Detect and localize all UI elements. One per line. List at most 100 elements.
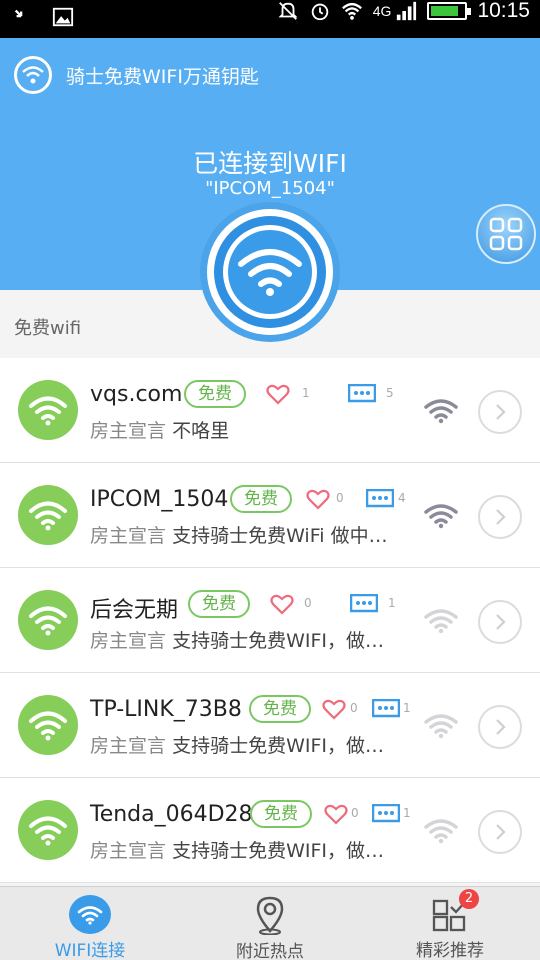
like-count: 0 <box>304 596 312 610</box>
detail-chevron-button[interactable] <box>478 390 522 434</box>
app-wifi-logo-icon <box>14 56 52 94</box>
owner-declaration: 房主宣言 支持骑士免费WiFi 做中… <box>90 521 410 548</box>
list-item[interactable]: 后会无期 免费 0 1 房主宣言 支持骑士免费WIFI，做… <box>0 568 540 673</box>
comment-count: 1 <box>403 701 411 715</box>
wifi-icon <box>238 249 302 296</box>
chevron-right-icon <box>496 509 506 525</box>
grid-icon <box>489 217 523 251</box>
list-item[interactable]: IPCOM_1504 免费 0 4 房主宣言 支持骑士免费WiFi 做中… <box>0 463 540 568</box>
comment-count: 1 <box>388 596 396 610</box>
phone-missed-icon <box>14 9 23 18</box>
wifi-icon <box>69 895 111 934</box>
connected-ssid: "IPCOM_1504" <box>205 178 335 199</box>
comment-icon[interactable] <box>350 594 378 614</box>
detail-chevron-button[interactable] <box>478 495 522 539</box>
section-label: 免费wifi <box>14 318 82 339</box>
chevron-right-icon <box>496 719 506 735</box>
heart-icon[interactable] <box>266 382 290 406</box>
signal-strong-icon <box>424 399 458 424</box>
heart-icon[interactable] <box>324 802 348 826</box>
menu-grid-button[interactable] <box>476 204 536 264</box>
comment-count: 1 <box>403 806 411 820</box>
heart-icon[interactable] <box>306 487 330 511</box>
like-count: 0 <box>336 491 344 505</box>
network-name: Tenda_064D28 <box>90 802 253 827</box>
network-avatar-icon <box>18 485 78 545</box>
chevron-right-icon <box>496 404 506 420</box>
network-name: TP-LINK_73B8 <box>90 697 242 722</box>
like-count: 0 <box>351 806 359 820</box>
status-bar: 4G 10:15 <box>0 0 540 38</box>
network-avatar-icon <box>18 800 78 860</box>
image-icon <box>52 7 74 27</box>
comment-icon[interactable] <box>366 489 394 509</box>
network-name: IPCOM_1504 <box>90 487 229 512</box>
tab-label: 附近热点 <box>236 942 304 960</box>
wifi-icon <box>341 2 362 20</box>
comment-icon[interactable] <box>372 804 400 824</box>
declaration-label: 房主宣言 <box>90 525 167 547</box>
free-badge: 免费 <box>249 695 311 723</box>
like-count: 0 <box>350 701 358 715</box>
tab-label: WIFI连接 <box>54 941 126 960</box>
connection-toggle-button[interactable] <box>200 202 340 342</box>
comment-icon[interactable] <box>372 699 400 719</box>
network-avatar-icon <box>18 380 78 440</box>
declaration-text: 支持骑士免费WIFI，做… <box>172 630 384 652</box>
chevron-right-icon <box>496 614 506 630</box>
notification-badge: 2 <box>459 889 479 909</box>
alarm-icon <box>311 3 328 21</box>
mute-icon <box>278 2 298 20</box>
declaration-label: 房主宣言 <box>90 840 167 862</box>
comment-count: 5 <box>386 386 394 400</box>
network-type-label: 4G <box>372 3 392 19</box>
network-avatar-icon <box>18 695 78 755</box>
app-title: 骑士免费WIFI万通钥匙 <box>66 65 259 88</box>
declaration-label: 房主宣言 <box>90 630 167 652</box>
tab-wifi-connect[interactable]: WIFI连接 <box>0 887 180 960</box>
like-count: 1 <box>302 386 310 400</box>
network-name: vqs.com <box>90 382 183 407</box>
declaration-label: 房主宣言 <box>90 735 167 757</box>
comment-icon[interactable] <box>348 384 376 404</box>
declaration-text: 不咯里 <box>172 420 230 442</box>
declaration-text: 支持骑士免费WiFi 做中… <box>172 525 388 547</box>
owner-declaration: 房主宣言 不咯里 <box>90 416 410 443</box>
owner-declaration: 房主宣言 支持骑士免费WIFI，做… <box>90 836 410 863</box>
location-pin-icon <box>249 895 291 935</box>
tab-recommendations[interactable]: 2 精彩推荐 <box>360 887 540 960</box>
signal-strong-icon <box>424 504 458 529</box>
free-badge: 免费 <box>184 380 246 408</box>
tab-nearby-hotspots[interactable]: 附近热点 <box>180 887 360 960</box>
network-name: 后会无期 <box>90 598 179 623</box>
declaration-text: 支持骑士免费WIFI，做… <box>172 840 384 862</box>
detail-chevron-button[interactable] <box>478 600 522 644</box>
comment-count: 4 <box>398 491 406 505</box>
declaration-text: 支持骑士免费WIFI，做… <box>172 735 384 757</box>
detail-chevron-button[interactable] <box>478 705 522 749</box>
detail-chevron-button[interactable] <box>478 810 522 854</box>
status-time: 10:15 <box>477 0 530 22</box>
chevron-right-icon <box>496 824 506 840</box>
bottom-navigation: WIFI连接 附近热点 2 精彩推荐 <box>0 886 540 960</box>
free-badge: 免费 <box>250 800 312 828</box>
owner-declaration: 房主宣言 支持骑士免费WIFI，做… <box>90 731 410 758</box>
declaration-label: 房主宣言 <box>90 420 167 442</box>
apps-icon: 2 <box>429 889 479 934</box>
heart-icon[interactable] <box>322 697 346 721</box>
connection-status: 已连接到WIFI <box>193 149 347 178</box>
list-item[interactable]: TP-LINK_73B8 免费 0 1 房主宣言 支持骑士免费WIFI，做… <box>0 673 540 778</box>
free-badge: 免费 <box>230 485 292 513</box>
battery-icon <box>427 2 472 20</box>
list-item[interactable]: vqs.com 免费 1 5 房主宣言 不咯里 <box>0 358 540 463</box>
signal-weak-icon <box>424 819 458 844</box>
owner-declaration: 房主宣言 支持骑士免费WIFI，做… <box>90 626 410 653</box>
heart-icon[interactable] <box>270 592 294 616</box>
app-screen: 4G 10:15 骑士免费WIFI万通钥匙 已连接到WIFI "IPCOM_15… <box>0 0 540 960</box>
network-list: vqs.com 免费 1 5 房主宣言 不咯里 IPCOM_1504 免费 0 … <box>0 358 540 883</box>
signal-weak-icon <box>424 714 458 739</box>
list-item[interactable]: Tenda_064D28 免费 0 1 房主宣言 支持骑士免费WIFI，做… <box>0 778 540 883</box>
tab-label: 精彩推荐 <box>416 941 484 960</box>
signal-weak-icon <box>424 609 458 634</box>
network-avatar-icon <box>18 590 78 650</box>
